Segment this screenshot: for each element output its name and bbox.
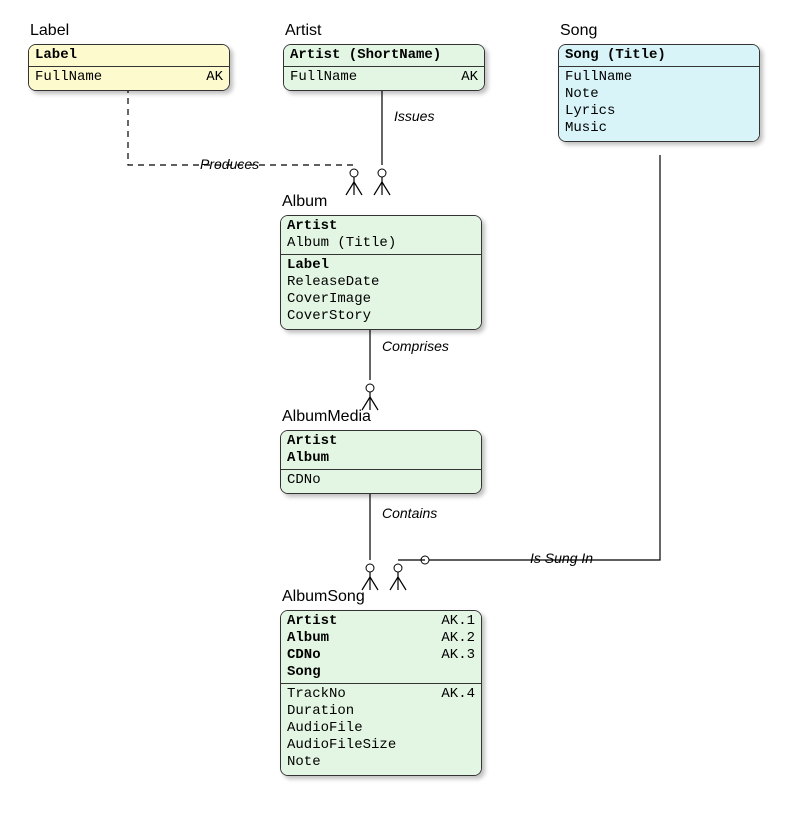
field-label: Artist bbox=[287, 218, 337, 235]
field-label: Artist (ShortName) bbox=[290, 47, 441, 64]
entity-title-albumsong: AlbumSong bbox=[282, 588, 365, 606]
rel-issungin: Is Sung In bbox=[530, 550, 593, 566]
field-label: Label bbox=[35, 47, 77, 64]
entity-title-album: Album bbox=[282, 193, 327, 211]
field-label: Note bbox=[565, 86, 599, 103]
entity-title-song: Song bbox=[560, 22, 597, 40]
field-label: Duration bbox=[287, 703, 354, 720]
field-label: CDNo bbox=[287, 472, 321, 489]
entity-label: Label FullNameAK bbox=[28, 44, 230, 91]
entity-albummedia: Artist Album CDNo bbox=[280, 430, 482, 494]
field-label: Artist bbox=[287, 613, 337, 630]
field-label: Album bbox=[287, 450, 329, 467]
field-label: Song bbox=[287, 664, 321, 681]
field-label: CDNo bbox=[287, 647, 321, 664]
field-label: Note bbox=[287, 754, 321, 771]
rel-contains: Contains bbox=[382, 505, 437, 521]
rel-issues: Issues bbox=[394, 108, 434, 124]
rel-produces: Produces bbox=[200, 156, 259, 172]
field-label: Label bbox=[287, 257, 329, 274]
field-label: FullName bbox=[290, 69, 357, 86]
entity-artist: Artist (ShortName) FullNameAK bbox=[283, 44, 485, 91]
field-label: CoverStory bbox=[287, 308, 371, 325]
entity-song: Song (Title) FullName Note Lyrics Music bbox=[558, 44, 760, 142]
entity-albumsong: ArtistAK.1 AlbumAK.2 CDNoAK.3 Song Track… bbox=[280, 610, 482, 776]
entity-title-label: Label bbox=[30, 22, 69, 40]
field-label: Artist bbox=[287, 433, 337, 450]
field-label: Album (Title) bbox=[287, 235, 396, 252]
entity-album: Artist Album (Title) Label ReleaseDate C… bbox=[280, 215, 482, 330]
field-label: Song (Title) bbox=[565, 47, 666, 64]
field-label: CoverImage bbox=[287, 291, 371, 308]
field-label: FullName bbox=[35, 69, 102, 86]
entity-title-artist: Artist bbox=[285, 22, 321, 40]
field-label: AudioFile bbox=[287, 720, 363, 737]
rel-comprises: Comprises bbox=[382, 338, 449, 354]
field-label: Music bbox=[565, 120, 607, 137]
field-label: FullName bbox=[565, 69, 632, 86]
field-label: AudioFileSize bbox=[287, 737, 396, 754]
entity-title-albummedia: AlbumMedia bbox=[282, 408, 371, 426]
field-label: ReleaseDate bbox=[287, 274, 379, 291]
field-label: Album bbox=[287, 630, 329, 647]
field-label: TrackNo bbox=[287, 686, 346, 703]
field-label: Lyrics bbox=[565, 103, 615, 120]
